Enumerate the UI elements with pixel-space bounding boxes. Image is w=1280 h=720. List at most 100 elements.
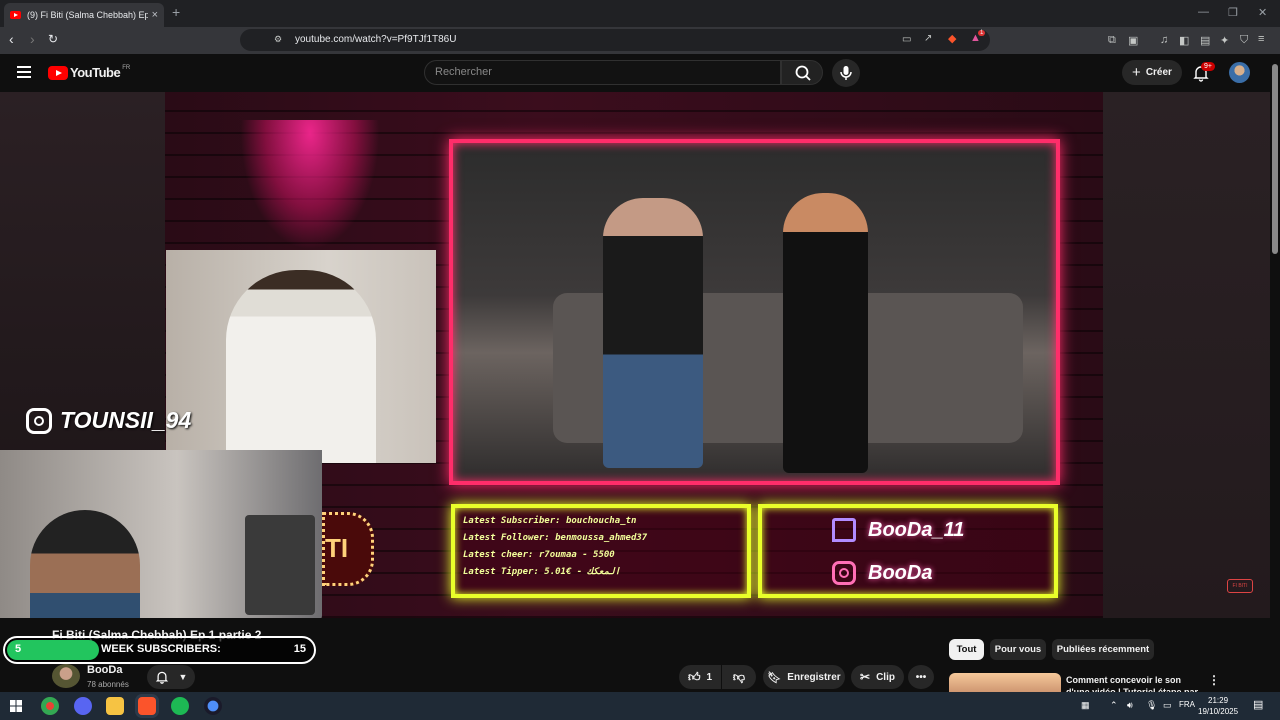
search-button[interactable] xyxy=(781,60,823,85)
forward-arrow-icon[interactable]: › xyxy=(30,31,35,47)
voice-search-button[interactable] xyxy=(832,59,860,87)
reload-icon[interactable]: ↻ xyxy=(48,32,58,46)
close-window-button[interactable]: ✕ xyxy=(1258,6,1267,19)
tab-close-button[interactable]: × xyxy=(152,9,158,21)
youtube-favicon-icon xyxy=(10,11,21,19)
clip-label: Clip xyxy=(876,671,895,683)
channel-watermark[interactable]: FI BITI xyxy=(1227,579,1253,593)
bell-icon xyxy=(155,671,168,684)
guest-woman xyxy=(783,193,868,473)
neon-sign-text: TI xyxy=(325,533,349,563)
microphone-tray-icon[interactable]: 🎙︎ xyxy=(1146,700,1157,711)
network-icon[interactable]: ▭ xyxy=(1163,700,1172,711)
volume-icon[interactable]: 🔊︎ xyxy=(1127,700,1133,711)
cast-icon[interactable]: ▭ xyxy=(902,34,911,45)
youtube-logo[interactable]: YouTube FR xyxy=(48,65,130,80)
notification-center-icon[interactable]: ▤ xyxy=(1253,698,1263,711)
scrollbar-thumb[interactable] xyxy=(1272,64,1278,254)
account-avatar[interactable] xyxy=(1229,62,1250,83)
bookmark-icon: 🔖︎ xyxy=(767,671,782,684)
country-code: FR xyxy=(122,64,131,71)
vpn-icon[interactable]: ⛉ xyxy=(1240,34,1248,47)
share-icon[interactable]: ↗ xyxy=(924,33,932,44)
guest-host xyxy=(603,198,703,468)
channel-name[interactable]: BooDa xyxy=(87,664,122,676)
windows-start-icon[interactable] xyxy=(10,700,22,712)
browser-tab[interactable]: (9) Fi Biti (Salma Chebbah) Ep 1 partie … xyxy=(4,3,164,27)
windows-taskbar: ▦ ⌃ 🔊︎ 🎙︎ ▭ FRA 21:29 19/10/2025 ▤ xyxy=(0,692,1280,720)
display-mode-icon[interactable]: ▦ xyxy=(1081,700,1090,711)
media-icon[interactable]: ♫ xyxy=(1160,34,1168,46)
chip-tout[interactable]: Tout xyxy=(949,639,984,660)
youtube-play-icon xyxy=(48,65,68,80)
laptop xyxy=(245,515,315,615)
extensions-puzzle-icon[interactable]: ⧉ xyxy=(1108,34,1116,47)
browser-tab-bar: (9) Fi Biti (Salma Chebbah) Ep 1 partie … xyxy=(0,0,1280,27)
stream-stats-box: Latest Subscriber: bouchoucha_tn Latest … xyxy=(451,504,751,598)
instagram-handle-overlay: TOUNSII_94 xyxy=(26,407,191,434)
plus-icon: + xyxy=(1132,64,1141,81)
url-text[interactable]: youtube.com/watch?v=Pf9TJf1T86U xyxy=(295,34,456,45)
app-icon[interactable] xyxy=(204,697,222,715)
address-bar[interactable]: ⚙ youtube.com/watch?v=Pf9TJf1T86U ▭ ↗ ◆ … xyxy=(240,29,990,51)
notifications-badge: 9+ xyxy=(1201,62,1215,71)
thumbs-down-icon: 👎︎ xyxy=(732,669,746,684)
spotify-icon[interactable] xyxy=(171,697,189,715)
create-button[interactable]: + Créer xyxy=(1122,60,1182,85)
latest-cheer: Latest cheer: r7oumaa - 5500 xyxy=(463,550,615,560)
tray-chevron-icon[interactable]: ⌃ xyxy=(1110,700,1118,711)
twitch-handle-text: BooDa_11 xyxy=(868,518,965,541)
brave-icon[interactable] xyxy=(138,697,156,715)
latest-tipper: Latest Tipper: 5.01€ - المعكك xyxy=(463,567,621,577)
channel-avatar[interactable] xyxy=(52,664,80,688)
like-count: 1 xyxy=(706,671,713,683)
subscriber-goal-current: 5 xyxy=(15,643,22,655)
neon-sign: TI xyxy=(322,512,374,586)
language-indicator[interactable]: FRA xyxy=(1179,700,1195,709)
search-input[interactable]: Rechercher xyxy=(424,60,781,85)
search-icon xyxy=(795,65,811,81)
social-handles-box: BooDa_11 BooDa xyxy=(758,504,1058,598)
like-button[interactable]: 👍︎ 1 xyxy=(679,665,721,689)
latest-subscriber: Latest Subscriber: bouchoucha_tn xyxy=(463,516,637,526)
menu-icon[interactable]: ≡ xyxy=(1258,33,1264,45)
dislike-button[interactable]: 👎︎ xyxy=(722,665,756,689)
video-player[interactable]: TOUNSII_94 TI Latest Subscriber: bouchou… xyxy=(0,92,1270,618)
more-actions-button[interactable]: ••• xyxy=(908,665,934,689)
hamburger-menu-icon[interactable] xyxy=(17,66,31,78)
main-camera-frame xyxy=(449,139,1060,485)
streamer xyxy=(30,510,140,618)
leo-ai-icon[interactable]: ✦ xyxy=(1220,34,1229,47)
sidebar-icon[interactable]: ◧ xyxy=(1179,34,1189,47)
file-explorer-icon[interactable] xyxy=(106,697,124,715)
recommended-video-title[interactable]: Comment concevoir le son d'une vidéo | T… xyxy=(1066,674,1201,694)
save-button[interactable]: 🔖︎ Enregistrer xyxy=(763,665,845,689)
system-clock[interactable]: 21:29 19/10/2025 xyxy=(1198,695,1238,717)
instagram-icon xyxy=(26,407,52,434)
chrome-icon[interactable] xyxy=(41,697,59,715)
minimize-button[interactable]: — xyxy=(1198,6,1209,18)
subscription-bell-button[interactable]: ▼ xyxy=(147,665,195,689)
extension-badge: 1 xyxy=(978,30,986,36)
video-background-right xyxy=(1103,92,1270,618)
discord-icon[interactable] xyxy=(74,697,92,715)
recommended-video-menu-button[interactable]: ⋮ xyxy=(1208,673,1220,687)
chip-publiees-recemment[interactable]: Publiées récemment xyxy=(1052,639,1154,660)
create-label: Créer xyxy=(1145,67,1172,78)
browser-toolbar: ‹ › ↻ ▯ ⚙ youtube.com/watch?v=Pf9TJf1T86… xyxy=(0,27,1280,54)
youtube-header: YouTube FR Rechercher + Créer 9+ xyxy=(0,54,1280,92)
instagram-handle-text: TOUNSII_94 xyxy=(60,407,192,433)
tab-title: (9) Fi Biti (Salma Chebbah) Ep 1 partie … xyxy=(27,10,148,20)
new-tab-button[interactable]: + xyxy=(172,4,180,20)
chevron-down-icon: ▼ xyxy=(178,672,188,682)
clip-button[interactable]: ✂ Clip xyxy=(851,665,904,689)
maximize-button[interactable]: ❐ xyxy=(1228,6,1238,19)
wallet-icon[interactable]: ▤ xyxy=(1200,34,1210,47)
site-settings-icon[interactable]: ⚙ xyxy=(274,34,282,45)
back-arrow-icon[interactable]: ‹ xyxy=(9,31,14,47)
save-label: Enregistrer xyxy=(787,671,841,683)
chip-pour-vous[interactable]: Pour vous xyxy=(990,639,1046,660)
screenshot-icon[interactable]: ▣ xyxy=(1128,34,1138,47)
subscriber-goal-label: WEEK SUBSCRIBERS: xyxy=(101,643,221,655)
brave-shield-icon[interactable]: ◆ xyxy=(948,32,956,45)
